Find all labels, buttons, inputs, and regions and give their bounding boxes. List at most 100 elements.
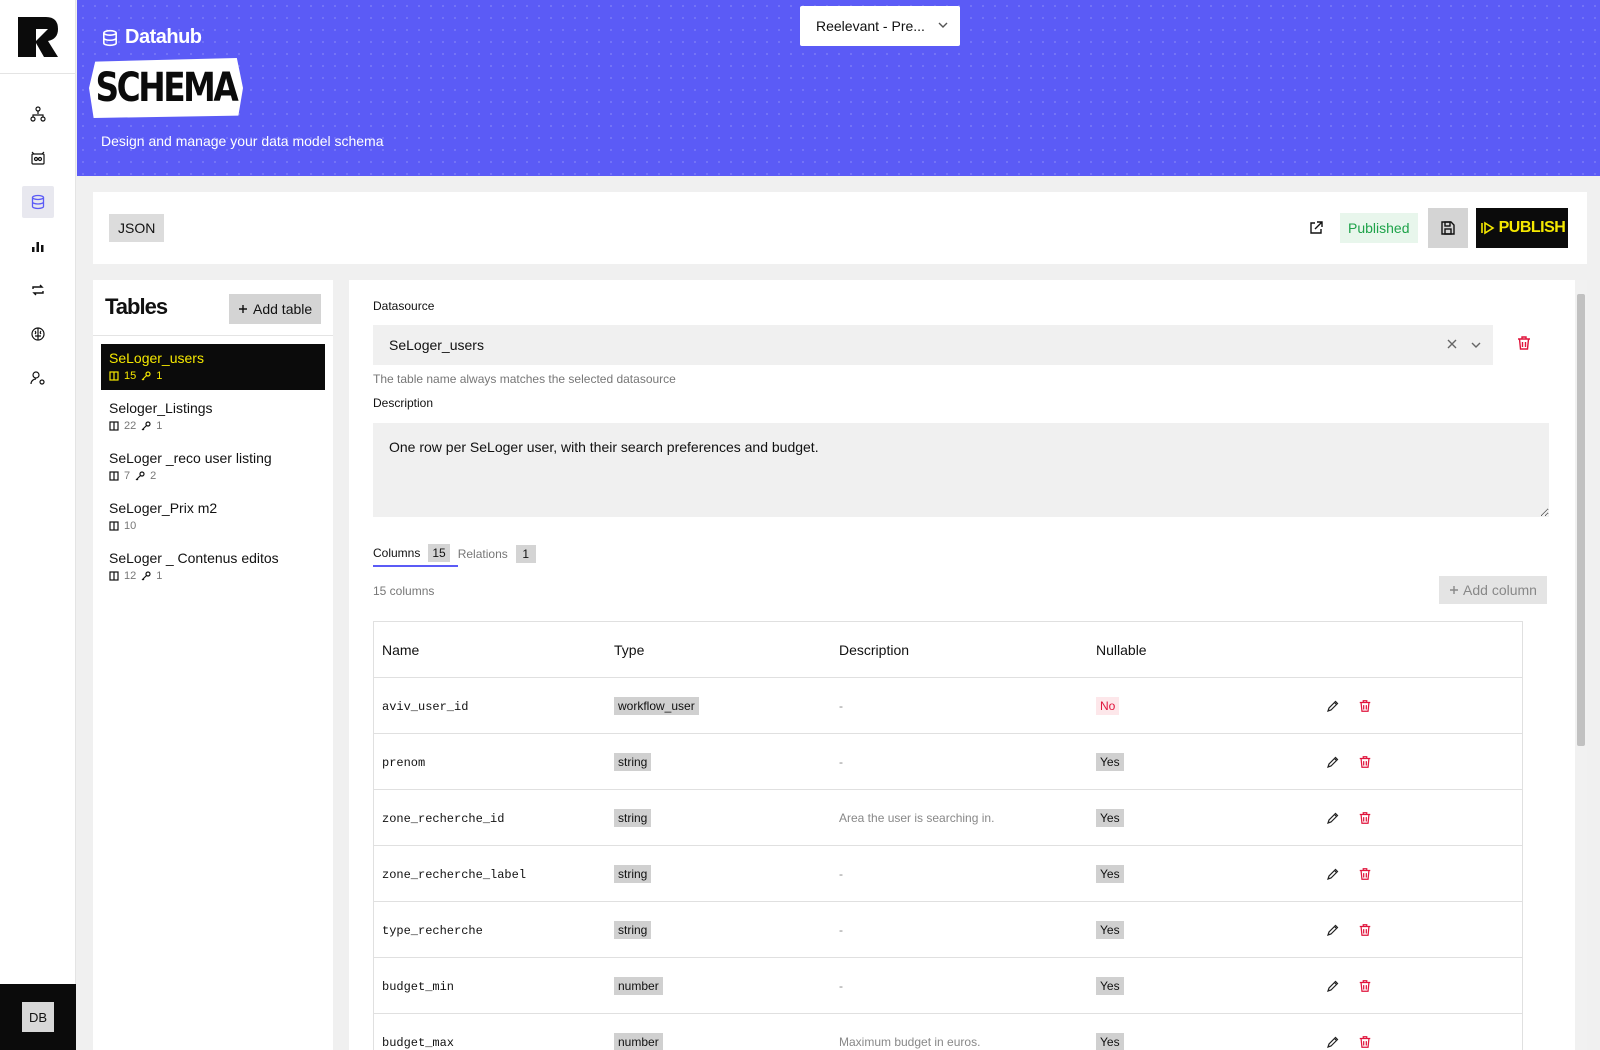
scrollbar-thumb[interactable] [1577, 294, 1585, 746]
table-row[interactable]: budget_min number - Yes [374, 958, 1522, 1014]
add-table-button[interactable]: Add table [229, 294, 322, 324]
delete-column-button[interactable] [1358, 979, 1372, 993]
table-row[interactable]: budget_max number Maximum budget in euros.… [374, 1014, 1522, 1050]
delete-column-button[interactable] [1358, 699, 1372, 713]
scrollbar[interactable] [1575, 280, 1587, 1050]
column-count: 10 [124, 520, 137, 532]
key-icon [141, 371, 151, 381]
edit-column-button[interactable] [1326, 923, 1340, 937]
relation-count: 1 [156, 420, 163, 432]
table-row[interactable]: type_recherche string - Yes [374, 902, 1522, 958]
delete-column-button[interactable] [1358, 1035, 1372, 1049]
nav-datahub[interactable] [21, 186, 54, 218]
publish-button[interactable]: PUBLISH [1476, 208, 1568, 248]
column-description: - [839, 698, 843, 713]
row-actions [1326, 923, 1522, 937]
table-list-item[interactable]: SeLoger _ Contenus editos 12 1 [101, 544, 325, 590]
delete-column-button[interactable] [1358, 811, 1372, 825]
column-description: - [839, 978, 843, 993]
delete-table-icon[interactable] [1516, 335, 1532, 351]
tab-count: 15 [428, 544, 450, 562]
tab-relations[interactable]: Relations 1 [458, 543, 544, 565]
table-header-row: Name Type Description Nullable [374, 622, 1522, 678]
edit-column-button[interactable] [1326, 979, 1340, 993]
add-column-label: Add column [1463, 582, 1537, 598]
nav-sync[interactable] [22, 274, 54, 306]
tables-list: SeLoger_users 15 1 Seloger_Listings 22 1… [93, 336, 333, 590]
open-external-button[interactable] [1302, 214, 1330, 242]
publish-label: PUBLISH [1498, 219, 1566, 236]
delete-column-button[interactable] [1358, 755, 1372, 769]
chevron-down-icon [1471, 342, 1481, 348]
columns-icon [109, 471, 119, 481]
column-count: 15 [124, 370, 137, 382]
row-actions [1326, 811, 1522, 825]
table-meta: 7 2 [109, 470, 317, 482]
table-list-item[interactable]: SeLoger_users 15 1 [101, 344, 325, 390]
column-type: string [614, 864, 652, 883]
nav-workflows[interactable] [22, 142, 54, 174]
brain-icon [30, 327, 45, 341]
column-name-cell: type_recherche [374, 921, 614, 939]
table-row[interactable]: prenom string - Yes [374, 734, 1522, 790]
add-column-button[interactable]: Add column [1439, 576, 1547, 604]
plus-icon [239, 305, 247, 313]
description-field[interactable]: One row per SeLoger user, with their sea… [373, 423, 1549, 517]
reelevant-logo-icon [17, 16, 58, 57]
datasource-value: SeLoger_users [389, 337, 484, 353]
trash-icon [1359, 811, 1371, 824]
database-icon [31, 194, 44, 210]
description-label: Description [373, 396, 434, 410]
table-row[interactable]: zone_recherche_label string - Yes [374, 846, 1522, 902]
org-selector[interactable]: Reelevant - Pre... [800, 6, 960, 46]
tab-count: 1 [515, 545, 536, 563]
nav-users[interactable] [22, 362, 54, 394]
column-nullable: Yes [1096, 752, 1124, 771]
datasource-select[interactable]: SeLoger_users [373, 325, 1493, 365]
table-list-item[interactable]: SeLoger _reco user listing 7 2 [101, 444, 325, 490]
column-name-cell: aviv_user_id [374, 697, 614, 715]
delete-column-button[interactable] [1358, 923, 1372, 937]
column-type: workflow_user [614, 696, 699, 715]
nav-analytics[interactable] [22, 230, 54, 262]
edit-column-button[interactable] [1326, 867, 1340, 881]
tab-columns[interactable]: Columns 15 [373, 543, 458, 567]
column-nullable: Yes [1096, 864, 1124, 883]
relation-count: 2 [150, 470, 157, 482]
table-list-item[interactable]: Seloger_Listings 22 1 [101, 394, 325, 440]
pencil-icon [1327, 924, 1339, 936]
edit-column-button[interactable] [1326, 699, 1340, 713]
edit-column-button[interactable] [1326, 1035, 1340, 1049]
column-description-cell: - [839, 697, 1096, 715]
table-row[interactable]: aviv_user_id workflow_user - No [374, 678, 1522, 734]
column-type-cell: number [614, 1032, 839, 1050]
json-button[interactable]: JSON [109, 214, 165, 242]
trash-icon [1359, 867, 1371, 880]
trash-icon [1359, 699, 1371, 712]
app-logo[interactable] [0, 0, 75, 74]
nav-ai[interactable] [22, 318, 54, 350]
tab-label: Relations [457, 547, 508, 561]
trash-icon [1359, 979, 1371, 992]
edit-column-button[interactable] [1326, 755, 1340, 769]
close-icon[interactable] [1445, 337, 1459, 351]
nav-network[interactable] [22, 98, 54, 130]
row-actions [1326, 699, 1522, 713]
column-description-cell: Area the user is searching in. [839, 809, 1096, 827]
column-name-cell: budget_max [374, 1033, 614, 1050]
column-nullable-cell: Yes [1096, 864, 1326, 883]
page-title: SCHEMA [89, 58, 243, 118]
table-row[interactable]: zone_recherche_id string Area the user is … [374, 790, 1522, 846]
column-name: type_recherche [382, 923, 483, 938]
avatar[interactable]: DB [22, 1002, 54, 1032]
save-button[interactable] [1428, 208, 1468, 248]
delete-column-button[interactable] [1358, 867, 1372, 881]
column-type: string [614, 752, 652, 771]
column-nullable-cell: Yes [1096, 752, 1326, 771]
main-nav [0, 74, 75, 394]
edit-column-button[interactable] [1326, 811, 1340, 825]
table-list-item[interactable]: SeLoger_Prix m2 10 [101, 494, 325, 540]
datasource-hint: The table name always matches the select… [373, 372, 676, 386]
column-description-cell: - [839, 921, 1096, 939]
table-editor: Datasource SeLoger_users The table name … [349, 280, 1587, 1050]
